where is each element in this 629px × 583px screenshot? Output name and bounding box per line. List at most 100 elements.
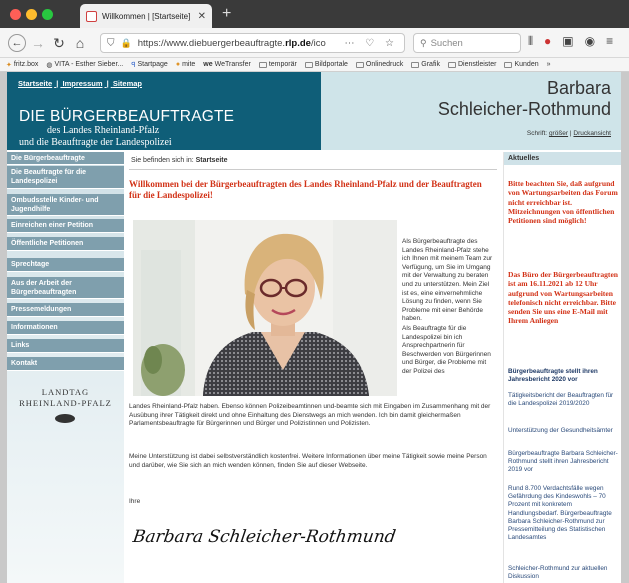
portrait-photo	[133, 220, 397, 396]
back-arrow-icon[interactable]: ←	[8, 34, 26, 52]
site-subtitle-2: und die Beauftragte der Landespolizei	[19, 137, 172, 148]
site-subtitle-1: des Landes Rheinland-Pfalz	[47, 125, 160, 136]
site-favicon-icon	[86, 10, 97, 22]
tab-close-icon[interactable]: ✕	[198, 11, 206, 22]
close-window-button[interactable]	[10, 9, 21, 20]
print-view-link[interactable]: Druckansicht	[573, 130, 611, 137]
news-link[interactable]: Bürgerbeauftragte stellt ihren Jahresber…	[508, 368, 620, 384]
intro-paragraph-1: Landes Rheinland-Pfalz haben. Ebenso kön…	[129, 403, 491, 428]
closing-text: Ihre	[129, 498, 141, 505]
sidebar-item-links[interactable]: Links	[7, 339, 124, 353]
new-tab-button[interactable]: +	[222, 4, 231, 24]
bookmark-folder[interactable]: temporär	[258, 61, 297, 68]
bookmark-item[interactable]: ◍ VITA - Esther Sieber...	[46, 61, 123, 69]
sidebar-item-arbeit[interactable]: Aus der Arbeit der Bürgerbeauftragten	[7, 277, 124, 299]
news-link[interactable]: Rund 8.700 Verdachtsfälle wegen Gefährdu…	[508, 485, 620, 542]
extension-icon[interactable]: ◉	[585, 34, 595, 49]
sidebar-item-sprechtage[interactable]: Sprechtage	[7, 258, 124, 272]
news-link[interactable]: Schleicher-Rothmund zur aktuellen Diskus…	[508, 565, 620, 581]
container-icon[interactable]: ▣	[562, 34, 573, 49]
reload-icon[interactable]: ↻	[52, 34, 66, 52]
news-heading: Aktuelles	[504, 152, 621, 165]
bookmarks-toolbar: ✦ fritz.box ◍ VITA - Esther Sieber... ꟼ Sta…	[0, 58, 629, 72]
folder-icon	[504, 61, 513, 68]
forward-arrow-icon[interactable]: →	[31, 34, 45, 52]
font-larger-link[interactable]: größer	[549, 130, 568, 137]
link-sitemap[interactable]: Sitemap	[113, 79, 142, 88]
news-sidebar: Aktuelles Bitte beachten Sie, daß aufgru…	[503, 152, 621, 583]
address-bar[interactable]: ⛉ 🔒 https://www.diebuergerbeauftragte.rl…	[100, 33, 405, 53]
folder-icon	[304, 61, 313, 68]
sidebar-item-buergerbeauftragte[interactable]: Die Bürgerbeauftragte	[7, 152, 124, 165]
sidebar-item-oeffentliche-petitionen[interactable]: Öffentliche Petitionen	[7, 237, 124, 251]
bookmark-folder[interactable]: Bildportale	[304, 61, 348, 68]
wetransfer-icon: we	[203, 61, 213, 68]
bookmark-icon: ✦	[6, 61, 12, 69]
bookmark-folder[interactable]: Grafik	[411, 61, 440, 68]
globe-icon: ◍	[46, 61, 53, 69]
library-icon[interactable]: ⫴	[528, 34, 533, 49]
news-link[interactable]: Tätigkeitsbericht der Beauftragten für d…	[508, 392, 620, 408]
folder-icon	[447, 61, 456, 68]
separator: |	[106, 79, 109, 88]
home-icon[interactable]: ⌂	[73, 34, 87, 52]
bookmark-item[interactable]: we WeTransfer	[203, 61, 251, 68]
sidebar-item-informationen[interactable]: Informationen	[7, 321, 124, 335]
search-placeholder: Suchen	[430, 37, 463, 49]
breadcrumb-current[interactable]: Startseite	[196, 157, 228, 164]
web-page: Startseite | Impressum | Sitemap DIE BÜR…	[7, 72, 621, 583]
font-size-controls: Schrift: größer | Druckansicht	[526, 130, 611, 137]
link-startseite[interactable]: Startseite	[18, 79, 52, 88]
search-field[interactable]: ⚲ Suchen	[413, 33, 521, 53]
browser-tab[interactable]: Willkommen | [Startseite] | diebuergerb …	[80, 4, 212, 28]
person-last-name: Schleicher-Rothmund	[437, 99, 611, 119]
zoom-window-button[interactable]	[42, 9, 53, 20]
sidebar-item-kontakt[interactable]: Kontakt	[7, 357, 124, 371]
news-link[interactable]: Bürgerbeauftragte Barbara Schleicher-Rot…	[508, 450, 620, 475]
search-icon: ⚲	[420, 37, 427, 48]
maintenance-notice-forum: Bitte beachten Sie, daß aufgrund von War…	[508, 179, 618, 226]
search-icon: ꟼ	[131, 61, 136, 69]
shield-icon[interactable]: ⛉	[107, 38, 115, 49]
breadcrumb: Sie befinden sich in: Startseite	[131, 157, 228, 164]
site-header-banner: Startseite | Impressum | Sitemap DIE BÜR…	[7, 72, 321, 150]
top-links: Startseite | Impressum | Sitemap	[18, 79, 144, 88]
bookmarks-overflow-icon[interactable]: »	[547, 61, 551, 68]
menu-icon[interactable]: ≡	[606, 34, 613, 49]
sidebar-navigation: Die Bürgerbeauftragte Die Beauftragte fü…	[7, 152, 124, 583]
portrait-illustration	[133, 220, 397, 396]
sidebar-item-landespolizei[interactable]: Die Beauftragte für die Landespolizei	[7, 166, 124, 189]
sidebar-item-ombudsstelle[interactable]: Ombudsstelle Kinder- und Jugendhilfe	[7, 194, 124, 216]
tab-title: Willkommen | [Startseite] | diebuergerb	[102, 11, 193, 21]
bookmark-item[interactable]: ● mite	[176, 61, 195, 68]
page-actions-icon[interactable]: ⋯ ♡ ☆	[345, 38, 399, 49]
signature: Barbara Schleicher-Rothmund	[131, 527, 398, 547]
folder-icon	[258, 61, 267, 68]
mite-icon: ●	[175, 61, 181, 68]
page-title: Willkommen bei der Bürgerbeauftragten de…	[129, 179, 482, 200]
site-title[interactable]: DIE BÜRGERBEAUFTRAGTE	[19, 108, 234, 126]
browser-toolbar-icons: ⫴ ● ▣ ◉ ≡	[528, 34, 613, 49]
link-impressum[interactable]: Impressum	[62, 79, 102, 88]
person-first-name: Barbara	[546, 78, 611, 98]
landtag-logo-text[interactable]: LANDTAG RHEINLAND-PFALZ	[7, 387, 124, 409]
bookmark-item[interactable]: ꟼ Startpage	[131, 61, 168, 69]
sidebar-item-pressemeldungen[interactable]: Pressemeldungen	[7, 303, 124, 317]
folder-icon	[355, 61, 364, 68]
lock-icon[interactable]: 🔒	[121, 38, 132, 49]
divider	[129, 169, 497, 170]
maintenance-notice-phone: Das Büro der Bürgerbeauftragten ist am 1…	[508, 270, 619, 326]
bookmark-item[interactable]: ✦ fritz.box	[6, 61, 38, 69]
news-link[interactable]: Unterstützung der Gesundheitsämter	[508, 427, 620, 435]
folder-icon	[411, 61, 420, 68]
sidebar-item-petition-einreichen[interactable]: Einreichen einer Petition	[7, 219, 124, 233]
minimize-window-button[interactable]	[26, 9, 37, 20]
intro-side-paragraph-1: Als Bürgerbeauftragte des Landes Rheinla…	[402, 238, 493, 323]
adblock-icon[interactable]: ●	[544, 34, 551, 49]
header-name-panel: Barbara Schleicher-Rothmund Schrift: grö…	[321, 72, 621, 150]
url-text[interactable]: https://www.diebuergerbeauftragte.rlp.de…	[138, 38, 339, 49]
bookmark-folder[interactable]: Kunden	[504, 61, 539, 68]
bookmark-folder[interactable]: Onlinedruck	[355, 61, 403, 68]
landtag-emblem-icon[interactable]	[55, 414, 75, 423]
bookmark-folder[interactable]: Dienstleister	[447, 61, 496, 68]
